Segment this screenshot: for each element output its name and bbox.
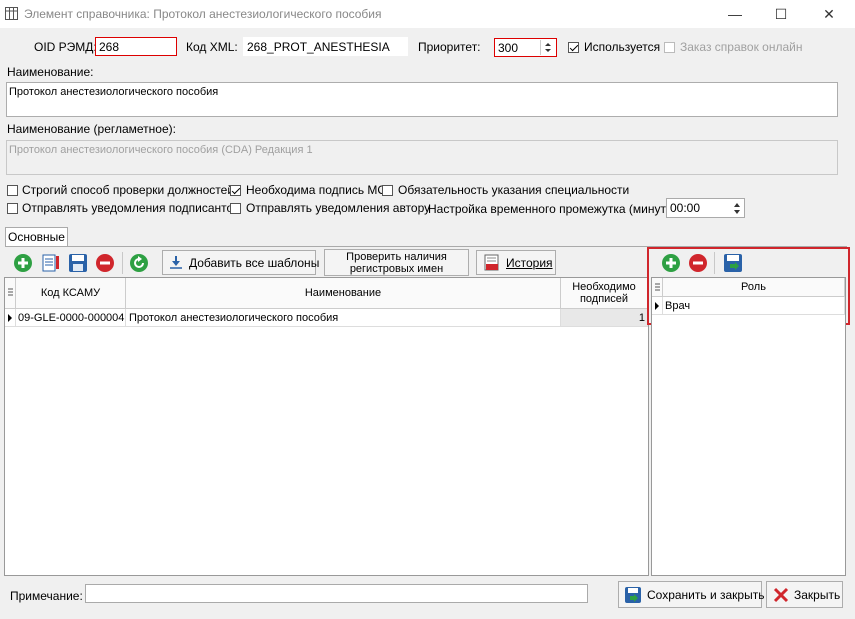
- col-header-name[interactable]: Наименование: [126, 278, 561, 309]
- row-pointer-icon: [8, 314, 12, 322]
- row-pointer-icon: [655, 302, 659, 310]
- check-names-label-1: Проверить наличия: [346, 251, 447, 263]
- name-input[interactable]: Протокол анестезиологического пособия: [6, 82, 838, 117]
- save-icon: [625, 587, 641, 603]
- download-icon: [170, 256, 182, 269]
- specialty-checkbox[interactable]: [382, 185, 393, 196]
- add-role-icon[interactable]: [660, 252, 682, 274]
- spin-arrows-icon: [545, 43, 551, 52]
- refresh-icon[interactable]: [128, 252, 150, 274]
- interval-label: Настройка временного промежутка (минуты)…: [428, 202, 682, 216]
- note-input[interactable]: [85, 584, 588, 603]
- spin-arrows-icon: [734, 203, 740, 214]
- history-button[interactable]: История: [476, 250, 556, 275]
- strict-check-checkbox[interactable]: [7, 185, 18, 196]
- minimize-button[interactable]: —: [712, 0, 758, 28]
- check-names-label-2: регистровых имен: [349, 263, 444, 275]
- export-icon[interactable]: [722, 252, 744, 274]
- spin-buttons[interactable]: [540, 40, 555, 55]
- save-and-close-label: Сохранить и закрыть: [647, 588, 765, 602]
- add-all-templates-button[interactable]: Добавить все шаблоны: [162, 250, 320, 275]
- col-header-code[interactable]: Код КСАМУ: [16, 278, 126, 309]
- toolbar-separator: [714, 252, 715, 274]
- name-label: Наименование:: [7, 65, 94, 79]
- xml-code-input[interactable]: 268_PROT_ANESTHESIA: [243, 37, 408, 56]
- toolbar-separator: [122, 252, 123, 274]
- notify-signers-checkbox[interactable]: [7, 203, 18, 214]
- reg-name-value: Протокол анестезиологического пособия (C…: [9, 144, 313, 156]
- oid-label: OID РЭМД:: [34, 40, 97, 54]
- grid-menu-cell[interactable]: [5, 278, 16, 309]
- oid-input[interactable]: 268: [95, 37, 177, 56]
- maximize-button[interactable]: ☐: [758, 0, 804, 28]
- reg-name-input[interactable]: Протокол анестезиологического пособия (C…: [6, 140, 838, 175]
- notify-author-checkbox[interactable]: [230, 203, 241, 214]
- delete-role-icon[interactable]: [687, 252, 709, 274]
- notify-signers-label: Отправлять уведомления подписантов: [22, 201, 240, 215]
- edit-icon[interactable]: [40, 252, 62, 274]
- close-label: Закрыть: [794, 588, 841, 602]
- table-cell-code[interactable]: 09-GLE-0000-000004: [16, 309, 126, 327]
- xml-code-label: Код XML:: [186, 40, 238, 54]
- interval-value: 00:00: [670, 201, 701, 215]
- table-cell-name[interactable]: Протокол анестезиологического пособия: [126, 309, 561, 327]
- history-label: История: [506, 256, 553, 270]
- close-window-button[interactable]: ✕: [806, 0, 852, 28]
- note-label: Примечание:: [10, 589, 83, 603]
- xml-code-value: 268_PROT_ANESTHESIA: [247, 40, 390, 54]
- priority-value: 300: [498, 41, 519, 55]
- main-grid[interactable]: Код КСАМУ Наименование Необходимо подпис…: [4, 277, 649, 576]
- check-names-button[interactable]: Проверить наличия регистровых имен: [324, 249, 469, 276]
- title-bar: Элемент справочника: Протокол анестезиол…: [0, 0, 855, 28]
- tab-main-label: Основные: [8, 230, 65, 244]
- delete-icon[interactable]: [94, 252, 116, 274]
- table-cell-signatures[interactable]: 1: [561, 309, 648, 327]
- oid-value: 268: [99, 40, 120, 54]
- priority-stepper[interactable]: 300: [494, 38, 557, 57]
- log-icon: [484, 254, 499, 271]
- add-icon[interactable]: [12, 252, 34, 274]
- column-menu-icon: [8, 288, 13, 296]
- interval-stepper[interactable]: 00:00: [666, 198, 745, 218]
- row-indicator: [5, 309, 16, 327]
- online-order-checkbox[interactable]: [664, 42, 675, 53]
- row-indicator: [652, 297, 663, 315]
- save-and-close-button[interactable]: Сохранить и закрыть: [618, 581, 765, 608]
- save-icon[interactable]: [67, 252, 89, 274]
- specialty-label: Обязательность указания специальности: [398, 183, 630, 197]
- table-cell-role[interactable]: Врач: [663, 297, 845, 315]
- close-button[interactable]: Закрыть: [766, 581, 843, 608]
- strict-check-label: Строгий способ проверки должностей: [22, 183, 235, 197]
- reg-name-label: Наименование (регламетное):: [7, 122, 176, 136]
- used-label: Используется: [584, 40, 661, 54]
- notify-author-label: Отправлять уведомления автору: [246, 201, 431, 215]
- priority-label: Приоритет:: [418, 40, 481, 54]
- role-grid-menu-cell[interactable]: [652, 278, 663, 297]
- online-order-label: Заказ справок онлайн: [680, 40, 803, 54]
- grid-icon: [5, 7, 18, 20]
- close-icon: [773, 587, 789, 603]
- col-header-role[interactable]: Роль: [663, 278, 845, 297]
- role-grid[interactable]: Роль Врач: [651, 277, 846, 576]
- window-title: Элемент справочника: Протокол анестезиол…: [24, 7, 382, 21]
- used-checkbox[interactable]: [568, 42, 579, 53]
- mo-sign-checkbox[interactable]: [230, 185, 241, 196]
- add-all-templates-label: Добавить все шаблоны: [189, 256, 320, 270]
- column-menu-icon: [655, 283, 660, 291]
- tab-main[interactable]: Основные: [5, 227, 68, 247]
- mo-sign-label: Необходима подпись МО: [246, 183, 387, 197]
- col-header-signatures[interactable]: Необходимо подписей: [561, 278, 648, 309]
- name-value: Протокол анестезиологического пособия: [9, 86, 219, 98]
